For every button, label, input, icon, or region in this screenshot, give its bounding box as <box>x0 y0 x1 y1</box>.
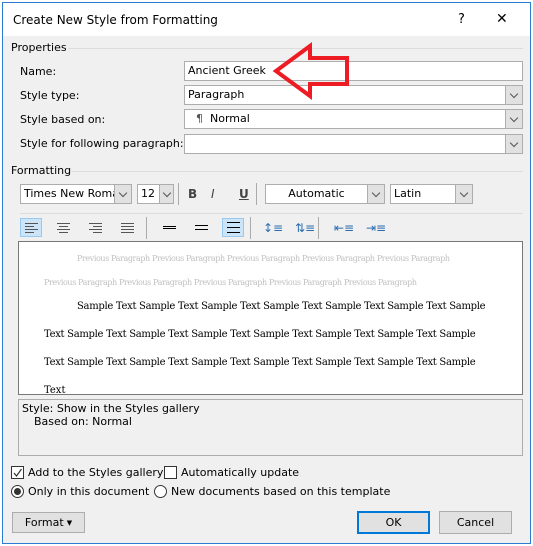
decrease-indent-icon[interactable]: ⇤≡ <box>333 218 355 237</box>
font-color-select[interactable]: Automatic <box>265 184 385 204</box>
align-center-icon[interactable] <box>52 218 74 237</box>
chevron-down-icon[interactable] <box>367 185 384 203</box>
align-right-icon[interactable] <box>84 218 106 237</box>
font-select[interactable]: Times New Roman <box>20 184 132 204</box>
increase-paragraph-spacing-icon[interactable]: ↕≡ <box>262 218 284 237</box>
chevron-down-icon[interactable] <box>455 185 472 203</box>
close-button[interactable]: ✕ <box>496 11 508 27</box>
font-color-value: Automatic <box>288 187 345 200</box>
chevron-down-icon[interactable] <box>505 110 522 128</box>
add-to-gallery-checkbox[interactable] <box>11 466 24 479</box>
chevron-down-icon[interactable] <box>505 86 522 104</box>
format-label: Format <box>24 516 64 529</box>
style-based-on-label: Style based on: <box>20 113 106 126</box>
chevron-down-icon[interactable] <box>159 185 173 203</box>
divider <box>318 217 319 239</box>
preview-sample-text: Text <box>44 385 66 395</box>
style-following-select[interactable] <box>184 134 523 154</box>
script-value: Latin <box>394 187 422 200</box>
red-arrow-annotation <box>272 42 349 100</box>
style-based-on-value: Normal <box>210 112 250 125</box>
double-spacing-icon[interactable] <box>222 218 244 237</box>
divider <box>256 183 257 205</box>
cancel-button[interactable]: Cancel <box>439 511 512 534</box>
divider <box>250 217 251 239</box>
name-label: Name: <box>20 65 57 78</box>
properties-heading: Properties <box>11 41 67 54</box>
style-type-label: Style type: <box>20 89 80 102</box>
checkmark-icon <box>13 468 22 477</box>
italic-button[interactable]: I <box>211 187 215 201</box>
auto-update-label[interactable]: Automatically update <box>181 466 299 479</box>
divider <box>72 171 523 172</box>
ok-button[interactable]: OK <box>357 511 430 534</box>
description-line: Style: Show in the Styles gallery <box>22 402 200 415</box>
style-type-value: Paragraph <box>188 88 245 101</box>
justify-icon[interactable] <box>116 218 138 237</box>
preview-sample-text: Text Sample Text Sample Text Sample Text… <box>44 329 476 340</box>
title-bar: Create New Style from Formatting ? ✕ <box>3 3 530 36</box>
size-select[interactable]: 12 <box>137 184 174 204</box>
auto-update-checkbox[interactable] <box>164 466 177 479</box>
align-left-icon[interactable] <box>20 218 42 237</box>
one-half-spacing-icon[interactable] <box>190 218 212 237</box>
preview-previous-paragraph: Previous Paragraph Previous Paragraph Pr… <box>77 254 450 263</box>
font-value: Times New Roman <box>24 187 126 200</box>
preview-sample-text: Text Sample Text Sample Text Sample Text… <box>44 357 476 368</box>
style-based-on-select[interactable]: ¶ Normal <box>184 109 523 129</box>
new-documents-radio[interactable] <box>154 485 167 498</box>
script-select[interactable]: Latin <box>390 184 473 204</box>
divider <box>20 213 523 214</box>
preview-previous-paragraph: Previous Paragraph Previous Paragraph Pr… <box>44 278 417 287</box>
description-line: Based on: Normal <box>34 415 132 428</box>
size-value: 12 <box>141 187 155 200</box>
new-documents-label[interactable]: New documents based on this template <box>171 485 390 498</box>
help-button[interactable]: ? <box>458 12 465 27</box>
formatting-heading: Formatting <box>11 164 72 177</box>
single-spacing-icon[interactable] <box>158 218 180 237</box>
only-this-document-label[interactable]: Only in this document <box>28 485 149 498</box>
underline-button[interactable]: U <box>239 187 249 201</box>
add-to-gallery-label[interactable]: Add to the Styles gallery <box>28 466 163 479</box>
chevron-down-icon[interactable] <box>505 135 522 153</box>
divider <box>146 217 147 239</box>
style-description: Style: Show in the Styles gallery Based … <box>18 399 523 456</box>
format-button[interactable]: Format ▼ <box>12 512 85 533</box>
only-this-document-radio[interactable] <box>11 485 24 498</box>
dialog-title: Create New Style from Formatting <box>13 13 218 27</box>
decrease-paragraph-spacing-icon[interactable]: ⇅≡ <box>294 218 316 237</box>
increase-indent-icon[interactable]: ⇥≡ <box>365 218 387 237</box>
chevron-down-icon[interactable] <box>114 185 131 203</box>
divider <box>178 183 179 205</box>
paragraph-mark-icon: ¶ <box>196 112 203 125</box>
preview-sample-text: Sample Text Sample Text Sample Text Samp… <box>77 301 486 312</box>
style-preview: Previous Paragraph Previous Paragraph Pr… <box>18 241 523 395</box>
bold-button[interactable]: B <box>188 187 197 201</box>
style-following-label: Style for following paragraph: <box>20 137 184 150</box>
dropdown-arrow-icon: ▼ <box>66 518 73 527</box>
